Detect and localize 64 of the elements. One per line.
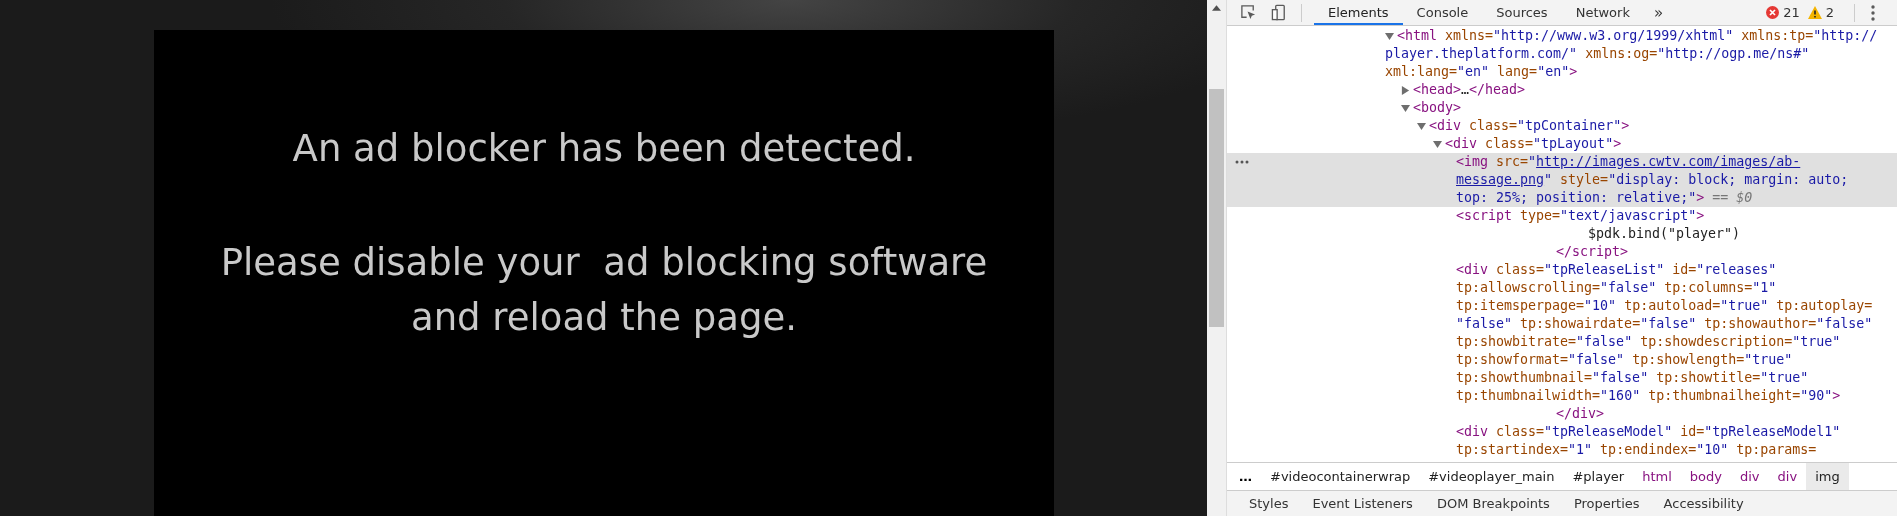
code-line: tp:itemsperpage="10" tp:autoload="true" tp:autoplay=	[1456, 297, 1873, 315]
panel-tab[interactable]: Event Listeners	[1300, 496, 1425, 511]
breadcrumb-item[interactable]: …	[1235, 463, 1261, 490]
more-dots-icon[interactable]	[1235, 160, 1249, 164]
breadcrumb-item[interactable]: img	[1806, 463, 1849, 490]
warning-icon	[1807, 6, 1822, 19]
scrollbar-thumb[interactable]	[1209, 89, 1224, 327]
panel-tab[interactable]: Accessibility	[1651, 496, 1756, 511]
collapsed-arrow-icon[interactable]	[1401, 85, 1410, 95]
code-line: <script type="text/javascript">	[1456, 207, 1705, 225]
devtools-tab[interactable]: Elements	[1314, 0, 1403, 25]
code-line: tp:startindex="1" tp:endindex="10" tp:params=	[1456, 441, 1817, 459]
code-line: tp:allowscrolling="false" tp:columns="1"	[1456, 279, 1777, 297]
panel-tab[interactable]: DOM Breakpoints	[1424, 496, 1562, 511]
breadcrumb-item[interactable]: #videocontainerwrap	[1261, 463, 1420, 490]
more-tabs-button[interactable]: »	[1643, 3, 1674, 22]
code-line: xml:lang="en" lang="en">	[1385, 63, 1578, 81]
code-line: "false" tp:showairdate="false" tp:showauthor="false"	[1456, 315, 1873, 333]
code-line: <head>…</head>	[1413, 81, 1526, 99]
code-line: tp:showformat="false" tp:showlength="true"	[1456, 351, 1793, 369]
devtools-tab[interactable]: Sources	[1482, 0, 1562, 25]
scrollbar[interactable]	[1207, 0, 1226, 516]
expanded-arrow-icon[interactable]	[1385, 31, 1394, 41]
panel-tab[interactable]: Properties	[1561, 496, 1652, 511]
code-line: tp:showbitrate="false" tp:showdescription="true"	[1456, 333, 1841, 351]
code-line: tp:thumbnailwidth="160" tp:thumbnailheight="90">	[1456, 387, 1841, 405]
menu-icon[interactable]	[1871, 4, 1875, 21]
scroll-up-icon[interactable]	[1212, 5, 1221, 11]
selected-row-highlight[interactable]: <img src="http://images.cwtv.com/images/ab- message.png" style="display: block; margin: auto; top: 25%; position: relative;"> == $0	[1227, 153, 1897, 207]
warning-count: 2	[1825, 5, 1834, 20]
code-line: <div class="tpReleaseModel" id="tpReleaseModel1"	[1456, 423, 1841, 441]
url-link[interactable]: message.png	[1456, 172, 1545, 187]
breadcrumb-item[interactable]: #videoplayer_main	[1419, 463, 1564, 490]
message-text: Please disable your ad blocking software and reload the page.	[220, 240, 988, 341]
code-line: <div class="tpLayout">	[1445, 135, 1622, 153]
inspect-icon[interactable]	[1240, 4, 1257, 21]
code-line: <body>	[1413, 99, 1462, 117]
panel-tab[interactable]: Styles	[1237, 496, 1301, 511]
breadcrumb-item[interactable]: div	[1731, 463, 1769, 490]
code-line: message.png" style="display: block; margin: auto;	[1456, 171, 1849, 189]
devtools-tab[interactable]: Console	[1402, 0, 1483, 25]
breadcrumb-item[interactable]: #player	[1563, 463, 1634, 490]
code-line: <html xmlns="http://www.w3.org/1999/xhtml" xmlns:tp="http://	[1397, 27, 1878, 45]
url-link[interactable]: http://images.cwtv.com/images/ab-	[1536, 154, 1801, 169]
code-line: </div>	[1556, 405, 1605, 423]
code-line: <div class="tpReleaseList" id="releases"	[1456, 261, 1777, 279]
expanded-arrow-icon[interactable]	[1433, 139, 1442, 149]
expanded-arrow-icon[interactable]	[1417, 121, 1426, 131]
code-line: tp:showthumbnail="false" tp:showtitle="true"	[1456, 369, 1809, 387]
devtools-tab[interactable]: Network	[1561, 0, 1644, 25]
breadcrumb-item[interactable]: html	[1633, 463, 1681, 490]
device-icon[interactable]	[1271, 4, 1288, 21]
code-line: </script>	[1556, 243, 1629, 261]
code-line: <div class="tpContainer">	[1429, 117, 1630, 135]
error-icon	[1766, 6, 1780, 19]
breadcrumb-item[interactable]: div	[1768, 463, 1807, 490]
code-line: player.theplatform.com/" xmlns:og="http://ogp.me/ns#"	[1385, 45, 1810, 63]
message-heading: An ad blocker has been detected.	[292, 126, 916, 172]
code-line: <img src="http://images.cwtv.com/images/ab-	[1456, 153, 1801, 171]
code-line: top: 25%; position: relative;"> == $0	[1456, 189, 1753, 207]
breadcrumb-item[interactable]: body	[1680, 463, 1731, 490]
code-line: $pdk.bind("player")	[1588, 225, 1741, 243]
error-count: 21	[1783, 5, 1800, 20]
expanded-arrow-icon[interactable]	[1401, 103, 1410, 113]
